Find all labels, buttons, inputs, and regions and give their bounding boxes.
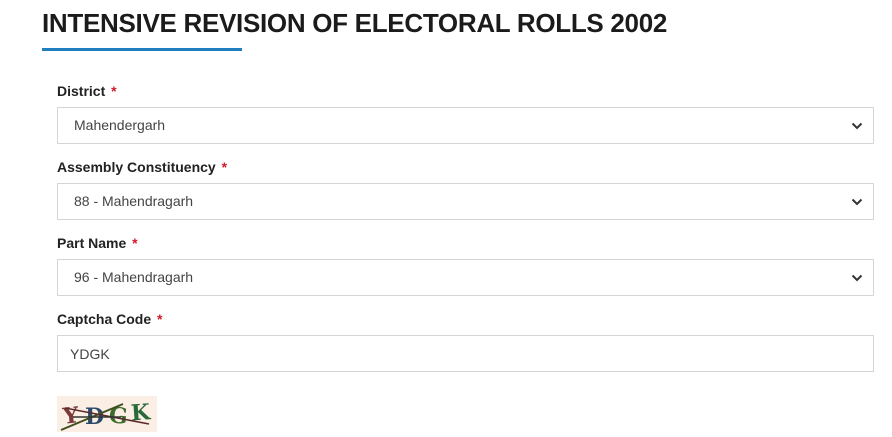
assembly-constituency-select[interactable]: 88 - Mahendragarh: [57, 183, 874, 220]
part-name-field: Part Name * 96 - Mahendragarh: [57, 234, 874, 296]
district-label: District *: [57, 82, 874, 100]
captcha-graphic: Y D G K: [57, 396, 157, 432]
required-asterisk: *: [111, 83, 117, 99]
captcha-code-label-text: Captcha Code: [57, 311, 152, 327]
chevron-down-icon: [851, 198, 863, 206]
required-asterisk: *: [221, 159, 228, 175]
assembly-constituency-label-text: Assembly Constituency: [57, 159, 216, 175]
district-selected-value: Mahendergarh: [74, 117, 166, 133]
assembly-constituency-label: Assembly Constituency *: [57, 158, 874, 176]
required-asterisk: *: [157, 311, 163, 327]
captcha-code-label: Captcha Code *: [57, 310, 874, 328]
captcha-code-input[interactable]: [57, 335, 874, 372]
title-underline: [42, 48, 242, 51]
part-name-label-text: Part Name: [57, 235, 127, 251]
chevron-down-icon: [851, 122, 863, 130]
page-title: INTENSIVE REVISION OF ELECTORAL ROLLS 20…: [42, 8, 668, 38]
part-name-select[interactable]: 96 - Mahendragarh: [57, 259, 874, 296]
assembly-constituency-field: Assembly Constituency * 88 - Mahendragar…: [57, 158, 874, 220]
district-select[interactable]: Mahendergarh: [57, 107, 874, 144]
part-name-selected-value: 96 - Mahendragarh: [74, 269, 194, 285]
required-asterisk: *: [132, 235, 138, 251]
captcha-code-field: Captcha Code *: [57, 310, 874, 372]
chevron-down-icon: [851, 274, 863, 282]
part-name-label: Part Name *: [57, 234, 874, 252]
district-label-text: District: [57, 83, 106, 99]
captcha-image: Y D G K: [57, 396, 157, 432]
district-field: District * Mahendergarh: [57, 82, 874, 144]
electoral-roll-form: District * Mahendergarh Assembly Constit…: [57, 82, 874, 386]
assembly-constituency-selected-value: 88 - Mahendragarh: [74, 193, 194, 209]
